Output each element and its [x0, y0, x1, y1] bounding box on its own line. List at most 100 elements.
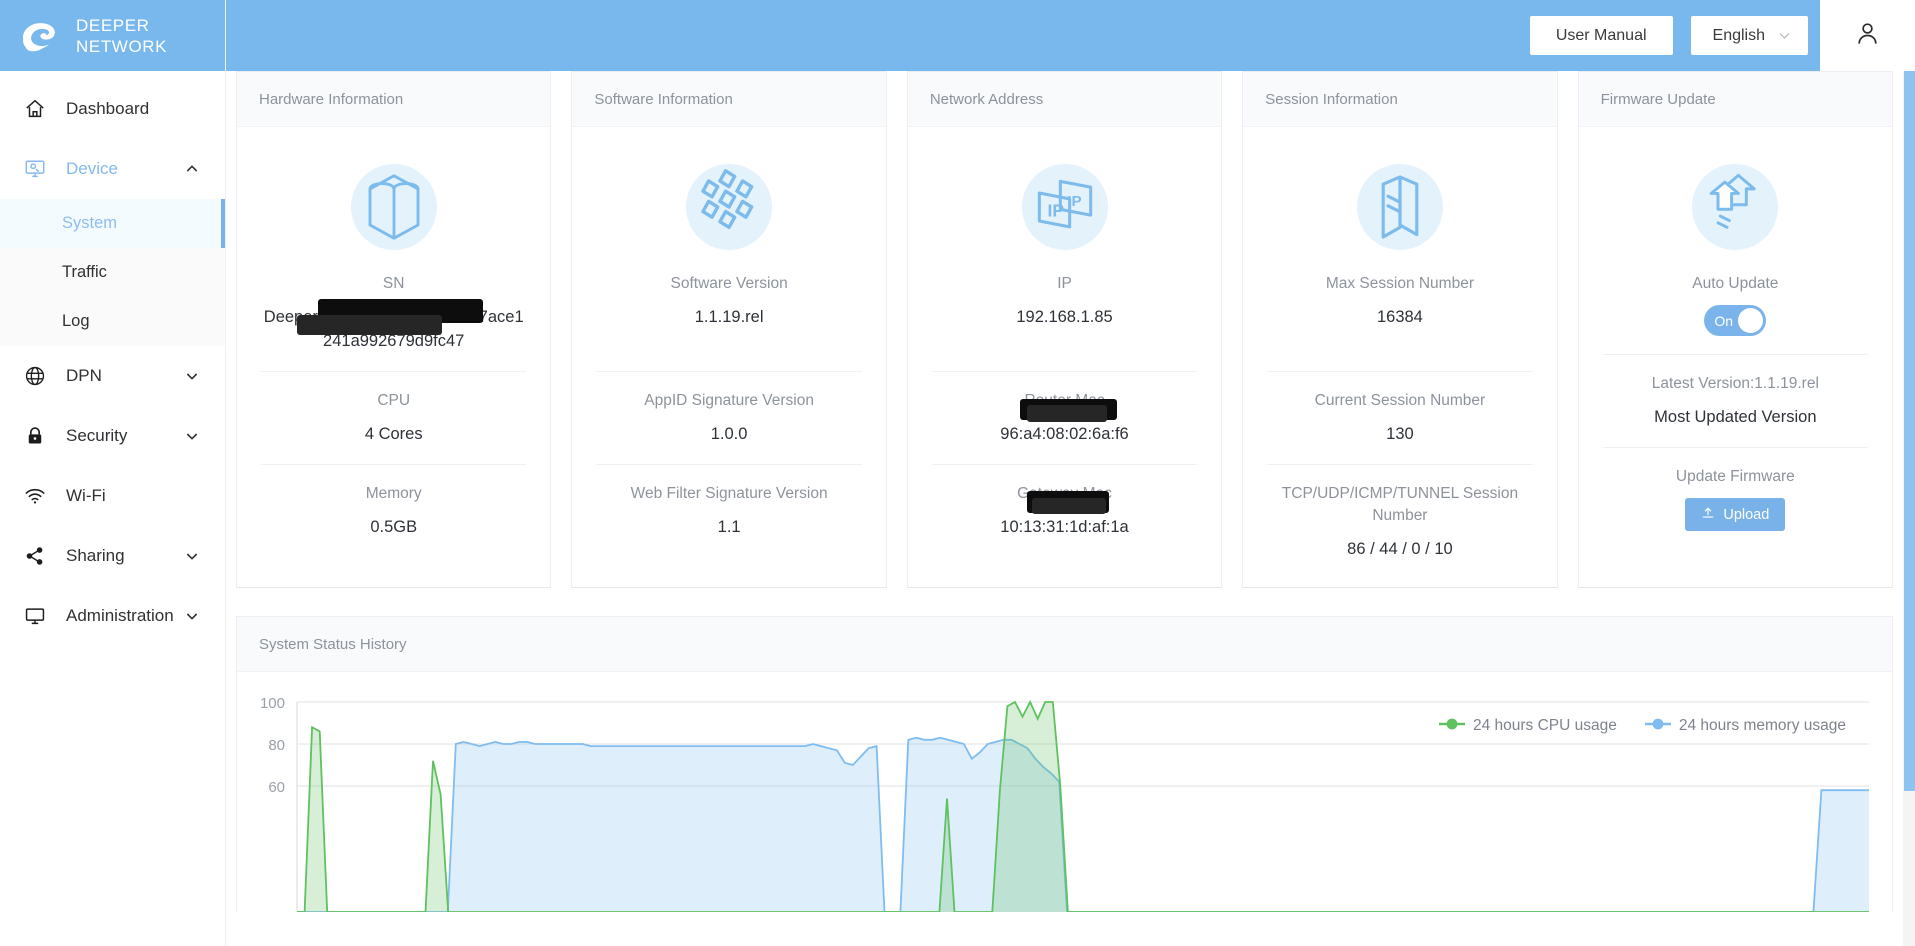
field-label-cpu: CPU [377, 392, 411, 409]
topbar-actions: User Manual English [1529, 16, 1820, 55]
home-icon [22, 96, 48, 122]
account-button[interactable] [1820, 0, 1915, 71]
field-label-max-session: Max Session Number [1325, 275, 1474, 292]
language-select[interactable]: English [1690, 16, 1808, 55]
field-auto-update: Auto Update On [1603, 273, 1868, 336]
sidebar-label-log: Log [62, 312, 90, 330]
card-software-information: Software Information Software Version 1.… [571, 71, 887, 588]
field-gateway-mac: Gateway Mac 10:13:31:1d:af:1a [931, 464, 1198, 539]
sidebar-label-administration: Administration [66, 606, 174, 625]
legend-marker-memory [1644, 717, 1671, 735]
info-cards-row: Hardware Information SN Deepe b07ace1241… [226, 71, 1915, 588]
brand-title: DEEPER NETWORK [76, 15, 167, 57]
chevron-down-icon-administration[interactable] [181, 605, 203, 627]
field-value-gateway-mac: 10:13:31:1d:af:1a [1000, 518, 1129, 536]
chart-legend: 24 hours CPU usage 24 hours memory usage [1438, 717, 1846, 735]
field-update-firmware: Update Firmware Upload [1602, 447, 1869, 531]
globe-icon [22, 363, 48, 389]
sidebar-item-log[interactable]: Log [0, 297, 225, 346]
legend-item-memory[interactable]: 24 hours memory usage [1644, 717, 1846, 735]
field-label-latest-version: Latest Version:1.1.19.rel [1651, 375, 1819, 392]
sidebar-item-sharing[interactable]: Sharing [0, 526, 225, 586]
software-honeycomb-icon [596, 147, 861, 267]
field-value-max-session: 16384 [1376, 308, 1423, 326]
session-pages-icon [1267, 147, 1532, 267]
field-label-update-firmware: Update Firmware [1675, 468, 1795, 485]
toggle-knob [1738, 308, 1764, 333]
upload-firmware-button[interactable]: Upload [1685, 498, 1786, 531]
chevron-up-icon[interactable] [181, 158, 203, 180]
sidebar-subnav-device: System Traffic Log [0, 199, 225, 346]
legend-item-cpu[interactable]: 24 hours CPU usage [1438, 717, 1617, 735]
field-label-auto-update: Auto Update [1692, 275, 1779, 292]
sidebar-item-wifi[interactable]: Wi-Fi [0, 466, 225, 526]
card-title-network: Network Address [907, 72, 1222, 127]
card-hardware-information: Hardware Information SN Deepe b07ace1241… [236, 71, 552, 588]
scrollbar-track[interactable] [1903, 71, 1915, 946]
field-value-protocol-sessions: 86 / 44 / 0 / 10 [1347, 540, 1453, 558]
field-sn: SN Deeper-Wire-HWA-8dcabab07ace1241a9926… [261, 273, 526, 353]
upload-button-label: Upload [1723, 506, 1770, 523]
main-panel: Hardware Information SN Deepe b07ace1241… [226, 71, 1915, 946]
sidebar-item-dashboard[interactable]: Dashboard [0, 79, 225, 139]
auto-update-toggle[interactable]: On [1704, 305, 1767, 336]
svg-text:IP: IP [1067, 193, 1081, 210]
auto-update-toggle-state: On [1714, 312, 1734, 329]
chart-canvas: 60 80 100 [260, 695, 1869, 912]
svg-text:IP: IP [1047, 200, 1064, 220]
field-label-current-session: Current Session Number [1314, 392, 1486, 409]
field-label-protocol-sessions: TCP/UDP/ICMP/TUNNEL Session Number [1281, 485, 1519, 524]
card-firmware-update: Firmware Update Auto Update On Latest Ve… [1577, 71, 1894, 588]
field-label-webfilter-signature: Web Filter Signature Version [630, 485, 828, 502]
field-value-current-session: 130 [1386, 425, 1414, 443]
sidebar-label-dpn: DPN [66, 366, 102, 385]
sidebar-item-device[interactable]: Device [0, 139, 225, 199]
brand-line-2: NETWORK [76, 36, 168, 56]
language-select-value: English [1712, 26, 1765, 44]
svg-text:60: 60 [268, 779, 285, 796]
sidebar-item-dpn[interactable]: DPN [0, 346, 225, 406]
wifi-icon [22, 483, 48, 509]
user-manual-button[interactable]: User Manual [1529, 16, 1673, 55]
legend-label-memory: 24 hours memory usage [1678, 717, 1846, 734]
field-webfilter-signature: Web Filter Signature Version 1.1 [596, 464, 862, 539]
field-router-mac: Router Mac 96:a4:08:02:6a:f6 [931, 371, 1198, 446]
field-appid-signature: AppID Signature Version 1.0.0 [596, 371, 862, 446]
field-memory: Memory 0.5GB [261, 464, 527, 539]
field-protocol-sessions: TCP/UDP/ICMP/TUNNEL Session Number 86 / … [1267, 464, 1533, 561]
sidebar-item-traffic[interactable]: Traffic [0, 248, 225, 297]
scrollbar-thumb[interactable] [1904, 71, 1915, 791]
sidebar-item-administration[interactable]: Administration [0, 586, 225, 646]
sidebar-item-security[interactable]: Security [0, 406, 225, 466]
field-value-ip: 192.168.1.85 [1016, 308, 1113, 326]
sidebar-label-wifi: Wi-Fi [66, 486, 106, 505]
sidebar-label-sharing: Sharing [66, 546, 125, 565]
field-value-software-version: 1.1.19.rel [694, 308, 764, 326]
field-label-sn: SN [382, 275, 405, 292]
field-max-session: Max Session Number 16384 [1267, 273, 1532, 353]
field-value-appid-signature: 1.0.0 [710, 425, 748, 443]
field-label-appid-signature: AppID Signature Version [644, 392, 814, 409]
device-monitor-icon [22, 156, 48, 182]
firmware-arrows-up-icon [1603, 147, 1868, 267]
ip-cards-icon: IP IP [932, 147, 1197, 267]
legend-marker-cpu [1438, 717, 1465, 735]
redaction-mark [1031, 498, 1106, 514]
brand-header: DEEPER NETWORK [0, 0, 225, 71]
field-current-session: Current Session Number 130 [1267, 371, 1533, 446]
sidebar-item-system[interactable]: System [0, 199, 225, 248]
chevron-down-icon-sharing[interactable] [181, 545, 203, 567]
sidebar: DEEPER NETWORK Dashboard Device System T… [0, 0, 226, 946]
field-label-ip: IP [1057, 275, 1072, 292]
chevron-down-icon-security[interactable] [181, 425, 203, 447]
svg-text:100: 100 [260, 695, 285, 712]
field-value-router-mac: 96:a4:08:02:6a:f6 [1000, 425, 1129, 443]
content-area: User Manual English Hardware Information… [226, 0, 1915, 946]
chevron-down-icon-dpn[interactable] [181, 365, 203, 387]
sidebar-label-dashboard: Dashboard [66, 99, 150, 118]
redaction-mark [1026, 405, 1107, 422]
card-network-address: Network Address IP IP IP 192.168.1.85 96… [906, 71, 1223, 588]
field-ip: IP 192.168.1.85 [932, 273, 1197, 353]
brand-line-1: DEEPER [76, 15, 150, 35]
field-latest-version: Latest Version:1.1.19.rel Most Updated V… [1602, 354, 1869, 429]
